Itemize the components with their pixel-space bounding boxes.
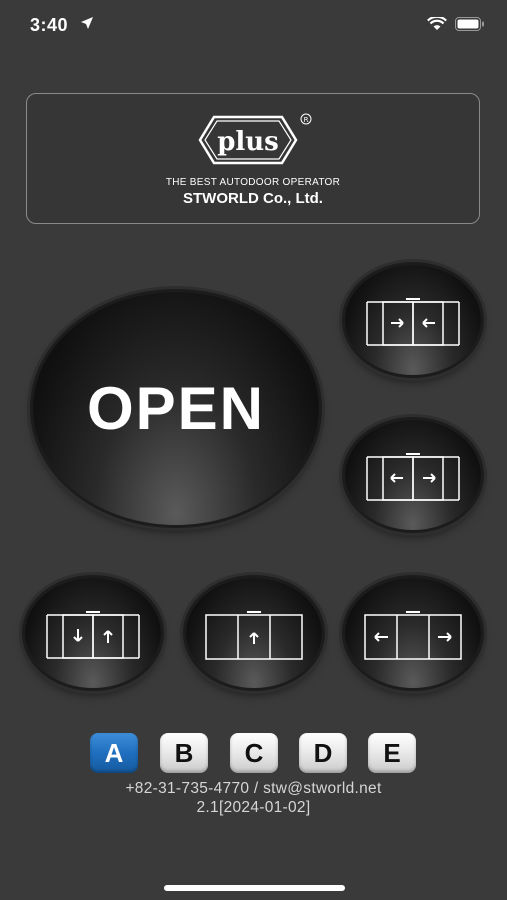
tab-b[interactable]: B [160, 733, 208, 773]
door-close-icon [366, 298, 460, 346]
svg-text:R: R [304, 116, 309, 124]
battery-icon [455, 17, 484, 31]
open-button[interactable]: OPEN [33, 292, 319, 525]
brand-logo-panel: plus R THE BEST AUTODOOR OPERATOR STWORL… [26, 93, 480, 224]
open-button-label: OPEN [86, 375, 266, 442]
status-time: 3:40 [30, 15, 69, 35]
tab-e[interactable]: E [368, 733, 416, 773]
contact-info: +82-31-735-4770 / stw@stworld.net [125, 780, 382, 797]
logo-brand-text: plus [217, 127, 279, 157]
device-tabs: A B C D E [90, 733, 420, 775]
door-mode-partial-button[interactable] [186, 578, 322, 688]
door-open-icon [366, 453, 460, 501]
home-indicator[interactable] [164, 885, 345, 891]
door-close-button[interactable] [345, 265, 481, 375]
tab-d[interactable]: D [299, 733, 347, 773]
tab-c[interactable]: C [230, 733, 278, 773]
door-mode-updown-button[interactable] [25, 578, 161, 688]
app-version: 2.1[2024-01-02] [196, 799, 311, 816]
wifi-icon [427, 17, 447, 30]
door-full-open-icon [364, 611, 462, 660]
door-open-button[interactable] [345, 420, 481, 530]
logo-company-name: STWORLD Co., Ltd. [183, 190, 323, 207]
plus-logo: plus R [198, 113, 312, 165]
door-partial-icon [205, 611, 303, 660]
logo-tagline: THE BEST AUTODOOR OPERATOR [165, 177, 341, 188]
status-bar: 3:40 [0, 0, 507, 52]
tab-a[interactable]: A [90, 733, 138, 773]
door-updown-icon [46, 611, 140, 659]
door-mode-full-open-button[interactable] [345, 578, 481, 688]
location-arrow-icon [81, 17, 93, 29]
